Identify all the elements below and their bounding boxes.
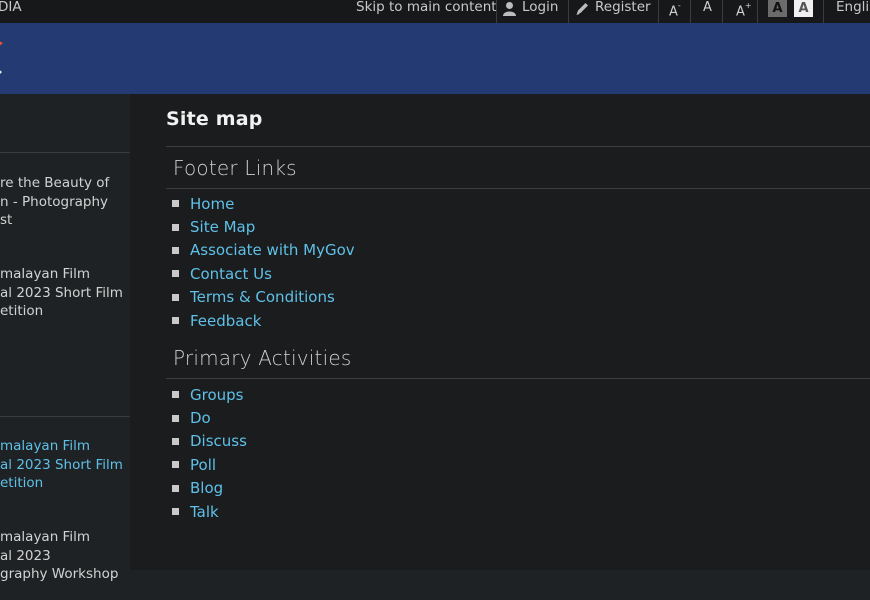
section-title-footer-links: Footer Links <box>173 156 297 180</box>
link-do[interactable]: Do <box>190 409 211 427</box>
bullet-icon <box>172 414 179 422</box>
sidebar-divider <box>0 416 130 417</box>
font-decrease-button[interactable]: A- <box>669 0 681 19</box>
high-contrast-light-button[interactable]: A <box>794 0 813 17</box>
list-item: Poll <box>170 453 247 476</box>
link-terms-conditions[interactable]: Terms & Conditions <box>190 288 335 306</box>
sidebar-item[interactable]: malayan Film al 2023 graphy Workshop <box>0 528 128 584</box>
bullet-icon <box>172 246 179 254</box>
list-item: Talk <box>170 500 247 523</box>
font-increase-button[interactable]: A+ <box>736 0 752 19</box>
sidebar-item[interactable]: re the Beauty of n - Photography st <box>0 174 128 230</box>
font-decrease-sign: - <box>677 1 681 10</box>
link-discuss[interactable]: Discuss <box>190 432 247 450</box>
list-item: Feedback <box>170 309 355 332</box>
font-decrease-label: A <box>669 4 678 20</box>
link-site-map[interactable]: Site Map <box>190 218 255 236</box>
list-item: Home <box>170 192 355 215</box>
primary-activities-list: Groups Do Discuss Poll Blog Talk <box>170 383 247 523</box>
top-utility-bar: DIA Skip to main content Login Register … <box>0 0 870 23</box>
list-item: Blog <box>170 477 247 500</box>
divider <box>658 0 659 23</box>
login-label: Login <box>522 0 559 15</box>
footer-links-list: Home Site Map Associate with MyGov Conta… <box>170 192 355 332</box>
section-divider <box>166 378 870 379</box>
register-label: Register <box>595 0 651 15</box>
bullet-icon <box>172 508 179 516</box>
list-item: Groups <box>170 383 247 406</box>
page-title: Site map <box>166 108 263 130</box>
register-button[interactable]: Register <box>575 0 651 23</box>
bullet-icon <box>172 200 179 208</box>
list-item: Contact Us <box>170 262 355 285</box>
font-normal-button[interactable]: A <box>703 0 712 15</box>
bullet-icon <box>172 391 179 399</box>
section-title-primary-activities: Primary Activities <box>173 346 352 370</box>
logo-fragment-icon <box>0 41 3 46</box>
divider <box>568 0 569 23</box>
bullet-icon <box>172 223 179 231</box>
divider <box>690 0 691 23</box>
link-home[interactable]: Home <box>190 195 234 213</box>
sidebar-divider <box>0 152 130 153</box>
bullet-icon <box>172 484 179 492</box>
font-increase-sign: + <box>744 1 752 10</box>
font-increase-label: A <box>736 4 745 20</box>
login-button[interactable]: Login <box>502 0 558 23</box>
link-contact-us[interactable]: Contact Us <box>190 265 272 283</box>
main-content: Site map Footer Links Home Site Map Asso… <box>130 94 870 570</box>
link-blog[interactable]: Blog <box>190 479 223 497</box>
bullet-icon <box>172 317 179 325</box>
bullet-icon <box>172 437 179 445</box>
link-talk[interactable]: Talk <box>190 503 219 521</box>
title-divider <box>166 146 870 147</box>
skip-to-main-content-link[interactable]: Skip to main content <box>356 0 497 15</box>
sidebar-item[interactable]: malayan Film al 2023 Short Film etition <box>0 437 128 493</box>
link-poll[interactable]: Poll <box>190 456 216 474</box>
language-selector[interactable]: Englis <box>836 0 870 15</box>
bullet-icon <box>172 270 179 278</box>
high-contrast-dark-button[interactable]: A <box>768 0 787 17</box>
list-item: Terms & Conditions <box>170 286 355 309</box>
link-associate-with-mygov[interactable]: Associate with MyGov <box>190 241 355 259</box>
list-item: Associate with MyGov <box>170 239 355 262</box>
divider <box>722 0 723 23</box>
logo-fragment-icon <box>0 70 2 74</box>
site-header-banner <box>0 23 870 94</box>
divider <box>757 0 758 23</box>
link-feedback[interactable]: Feedback <box>190 312 261 330</box>
sidebar-item[interactable]: malayan Film al 2023 Short Film etition <box>0 265 128 321</box>
footer-strip <box>130 570 870 600</box>
bullet-icon <box>172 461 179 469</box>
divider <box>823 0 824 23</box>
sidebar: re the Beauty of n - Photography st mala… <box>0 94 130 600</box>
link-groups[interactable]: Groups <box>190 386 243 404</box>
list-item: Discuss <box>170 430 247 453</box>
user-icon <box>502 1 517 20</box>
section-divider <box>166 188 870 189</box>
divider <box>496 0 497 23</box>
list-item: Site Map <box>170 215 355 238</box>
bullet-icon <box>172 293 179 301</box>
site-brand-text: DIA <box>0 0 22 15</box>
list-item: Do <box>170 406 247 429</box>
pencil-icon <box>575 1 590 20</box>
